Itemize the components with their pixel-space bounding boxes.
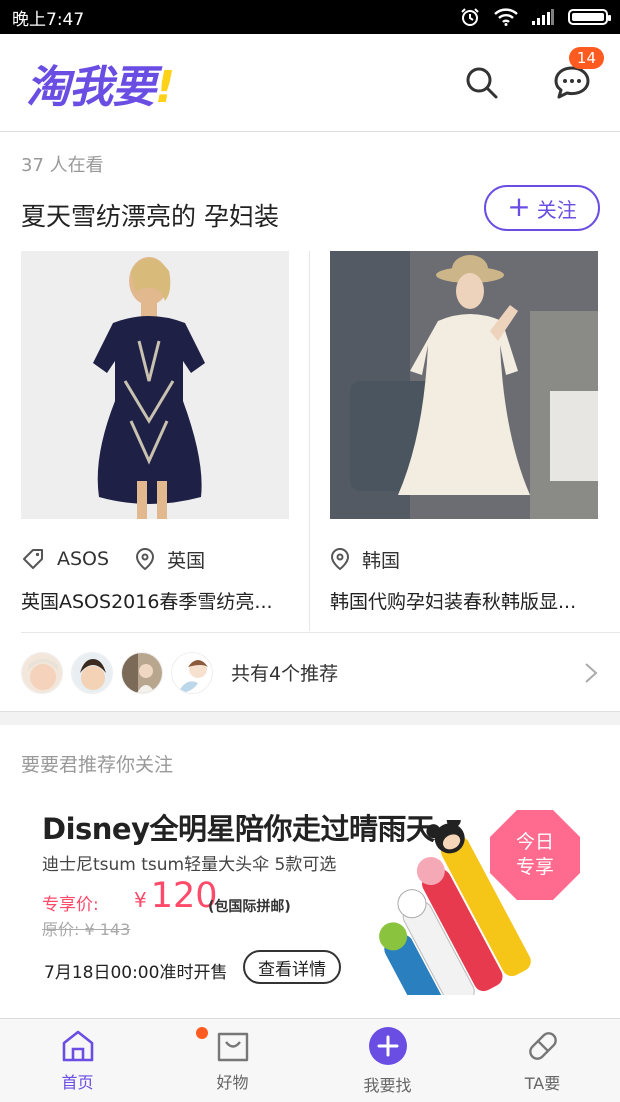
app-logo: 淘我要! <box>26 51 175 115</box>
viewer-count: 37 人在看 <box>21 155 104 176</box>
chevron-right-icon <box>585 662 598 683</box>
add-circle-icon <box>368 1026 407 1065</box>
status-bar: 晚上7:47 <box>0 0 620 34</box>
product-title[interactable]: 英国ASOS2016春季雪纺亮... <box>21 587 289 614</box>
nav-home-label: 首页 <box>61 1072 94 1092</box>
messages-button[interactable]: 14 <box>550 46 604 105</box>
product-card[interactable]: 韩国 韩国代购孕妇装春秋韩版显... <box>330 251 598 614</box>
product-photo-dress-white[interactable] <box>330 251 598 519</box>
section-separator <box>0 711 620 725</box>
status-time: 晚上7:47 <box>12 9 85 30</box>
dress-illustration <box>330 251 598 519</box>
search-icon <box>466 67 498 98</box>
plus-icon: + <box>507 189 531 223</box>
product-photo-dress-navy[interactable] <box>21 251 289 519</box>
wifi-icon <box>494 8 518 26</box>
avatar[interactable] <box>71 651 113 694</box>
topic-title: 夏天雪纺漂亮的 孕妇装 <box>21 202 279 231</box>
nav-ta-wants[interactable]: TA要 <box>465 1019 620 1102</box>
column-divider <box>309 251 310 631</box>
product-brand: ASOS <box>57 548 110 570</box>
banner-shipping: (包国际拼邮) <box>208 899 291 915</box>
avatar[interactable] <box>171 651 213 694</box>
product-meta: ASOS 英国 <box>21 545 289 573</box>
product-meta: 韩国 <box>330 545 598 573</box>
view-details-button[interactable]: 查看详情 <box>243 950 341 984</box>
recommenders-row[interactable]: 共有4个推荐 <box>21 632 620 712</box>
app-header: 淘我要! 14 <box>0 34 620 132</box>
battery-icon <box>568 9 611 25</box>
home-icon <box>62 1030 93 1061</box>
recommend-count: 共有4个推荐 <box>231 663 339 685</box>
nav-goods-label: 好物 <box>216 1072 249 1092</box>
follow-label: 关注 <box>536 197 577 222</box>
product-location: 英国 <box>167 549 206 572</box>
pill-icon <box>528 1031 557 1060</box>
message-count-badge: 14 <box>568 46 604 69</box>
avatar[interactable] <box>121 651 163 694</box>
alarm-icon <box>461 8 479 26</box>
nav-goods[interactable]: 好物 <box>155 1019 310 1102</box>
currency-symbol: ¥ <box>134 888 147 912</box>
promo-banner[interactable]: Disney全明星陪你走过晴雨天 迪士尼tsum tsum轻量大头伞 5款可选 … <box>22 790 600 1008</box>
nav-request-label: 我要找 <box>363 1075 412 1095</box>
product-location: 韩国 <box>362 549 401 572</box>
banner-sale-date: 7月18日00:00准时开售 <box>44 963 228 983</box>
shopping-bag-icon <box>217 1032 248 1061</box>
section-title: 要要君推荐你关注 <box>21 754 174 776</box>
badge-line-2: 专享 <box>515 856 554 878</box>
today-exclusive-badge: 今日 专享 <box>490 810 580 900</box>
banner-price-label: 专享价: <box>42 895 99 915</box>
status-icons <box>460 7 611 27</box>
logo-bang: ! <box>155 61 175 113</box>
badge-line-1: 今日 <box>515 831 554 854</box>
bottom-navigation: 首页 好物 我要找 TA要 <box>0 1018 620 1102</box>
banner-original-price: 原价: ¥ 143 <box>42 920 131 939</box>
product-title[interactable]: 韩国代购孕妇装春秋韩版显... <box>330 587 598 614</box>
banner-subtitle: 迪士尼tsum tsum轻量大头伞 5款可选 <box>42 855 337 875</box>
chat-icon <box>554 66 590 98</box>
nav-request[interactable]: 我要找 <box>310 1019 465 1102</box>
product-card[interactable]: ASOS 英国 英国ASOS2016春季雪纺亮... <box>21 251 289 614</box>
nav-home[interactable]: 首页 <box>0 1019 155 1102</box>
location-pin-icon <box>136 547 155 571</box>
logo-text: 淘我要 <box>26 61 156 113</box>
banner-price: ¥120 <box>134 876 218 916</box>
nav-ta-wants-label: TA要 <box>524 1073 561 1093</box>
follow-button[interactable]: + 关注 <box>484 185 600 231</box>
avatar[interactable] <box>21 651 63 694</box>
location-pin-icon <box>330 547 350 571</box>
signal-icon <box>532 9 554 25</box>
tag-icon <box>23 549 43 569</box>
search-button[interactable] <box>460 61 504 105</box>
notification-dot <box>196 1027 208 1039</box>
dress-illustration <box>21 251 289 519</box>
